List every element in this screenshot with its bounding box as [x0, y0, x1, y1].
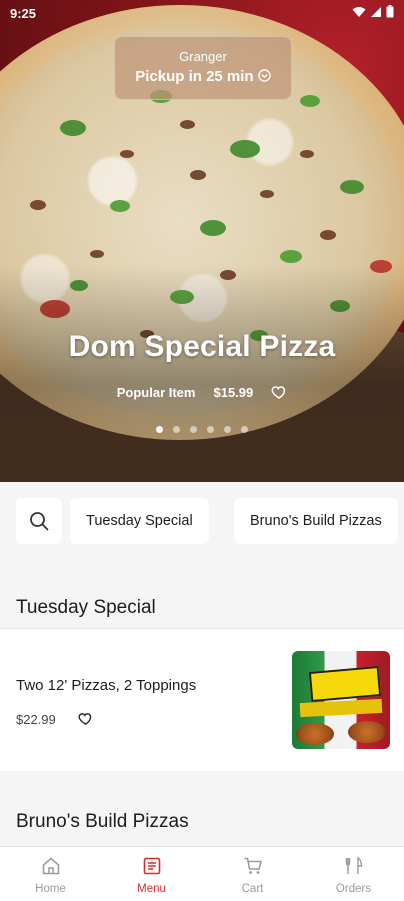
carousel-dot[interactable] [156, 426, 163, 433]
popular-tag: Popular Item [116, 384, 196, 400]
tab-label: Menu [137, 883, 166, 895]
status-bar: 9:25 [0, 0, 404, 26]
category-chips[interactable]: Tuesday Special Bruno's Build Pizzas [0, 482, 404, 560]
chip-brunos-build-pizzas[interactable]: Bruno's Build Pizzas [234, 498, 398, 544]
pickup-location: Granger [179, 49, 227, 64]
tab-menu[interactable]: Menu [101, 847, 202, 901]
search-icon [30, 512, 49, 531]
hero-price: $15.99 [213, 384, 254, 400]
menu-icon [142, 856, 162, 881]
tab-label: Home [35, 883, 66, 895]
orders-icon [344, 856, 364, 881]
section-header: Tuesday Special [0, 560, 404, 628]
chip-tuesday-special[interactable]: Tuesday Special [70, 498, 209, 544]
section-title: Tuesday Special [16, 597, 156, 618]
battery-icon [386, 5, 394, 18]
section-header: Bruno's Build Pizzas [0, 771, 404, 846]
pizza-graphic [348, 721, 386, 743]
promo-ribbon-graphic [299, 698, 383, 718]
tab-label: Orders [335, 883, 372, 895]
item-name: Two 12' Pizzas, 2 Toppings [16, 677, 197, 694]
home-icon [41, 856, 61, 881]
pizza-graphic [296, 723, 334, 745]
item-thumbnail [292, 651, 390, 749]
hero-title: Dom Special Pizza [68, 330, 336, 363]
pickup-time-text: Pickup in 25 min [135, 68, 254, 85]
carousel-dot[interactable] [224, 426, 231, 433]
bottom-nav[interactable]: Home Menu Cart Orders [0, 846, 404, 901]
menu-item[interactable]: Two 12' Pizzas, 2 Toppings $22.99 [0, 628, 404, 772]
chevron-down-icon [258, 69, 271, 86]
carousel-dot[interactable] [173, 426, 180, 433]
pickup-time: Pickup in 25 min [115, 68, 291, 86]
favorite-heart-icon[interactable] [271, 384, 287, 400]
carousel-dot[interactable] [241, 426, 248, 433]
tab-cart[interactable]: Cart [202, 847, 303, 901]
favorite-heart-icon[interactable] [78, 711, 93, 731]
status-time: 9:25 [10, 6, 37, 21]
section-title: Bruno's Build Pizzas [16, 811, 189, 832]
tab-home[interactable]: Home [0, 847, 101, 901]
tab-orders[interactable]: Orders [303, 847, 404, 901]
promo-banner-graphic [308, 666, 382, 702]
cart-icon [243, 856, 263, 881]
signal-icon [371, 6, 381, 17]
wifi-icon [352, 6, 366, 17]
search-button[interactable] [16, 498, 62, 544]
status-icons [352, 5, 394, 18]
hero-banner[interactable]: Granger Pickup in 25 min Dom Special Piz… [0, 0, 404, 482]
tab-label: Cart [241, 883, 264, 895]
hero-meta: Popular Item $15.99 [0, 384, 404, 400]
carousel-dot[interactable] [207, 426, 214, 433]
pickup-card[interactable]: Granger Pickup in 25 min [114, 36, 292, 100]
carousel-dot[interactable] [190, 426, 197, 433]
carousel-dots[interactable] [0, 426, 404, 433]
item-price: $22.99 [16, 712, 56, 727]
